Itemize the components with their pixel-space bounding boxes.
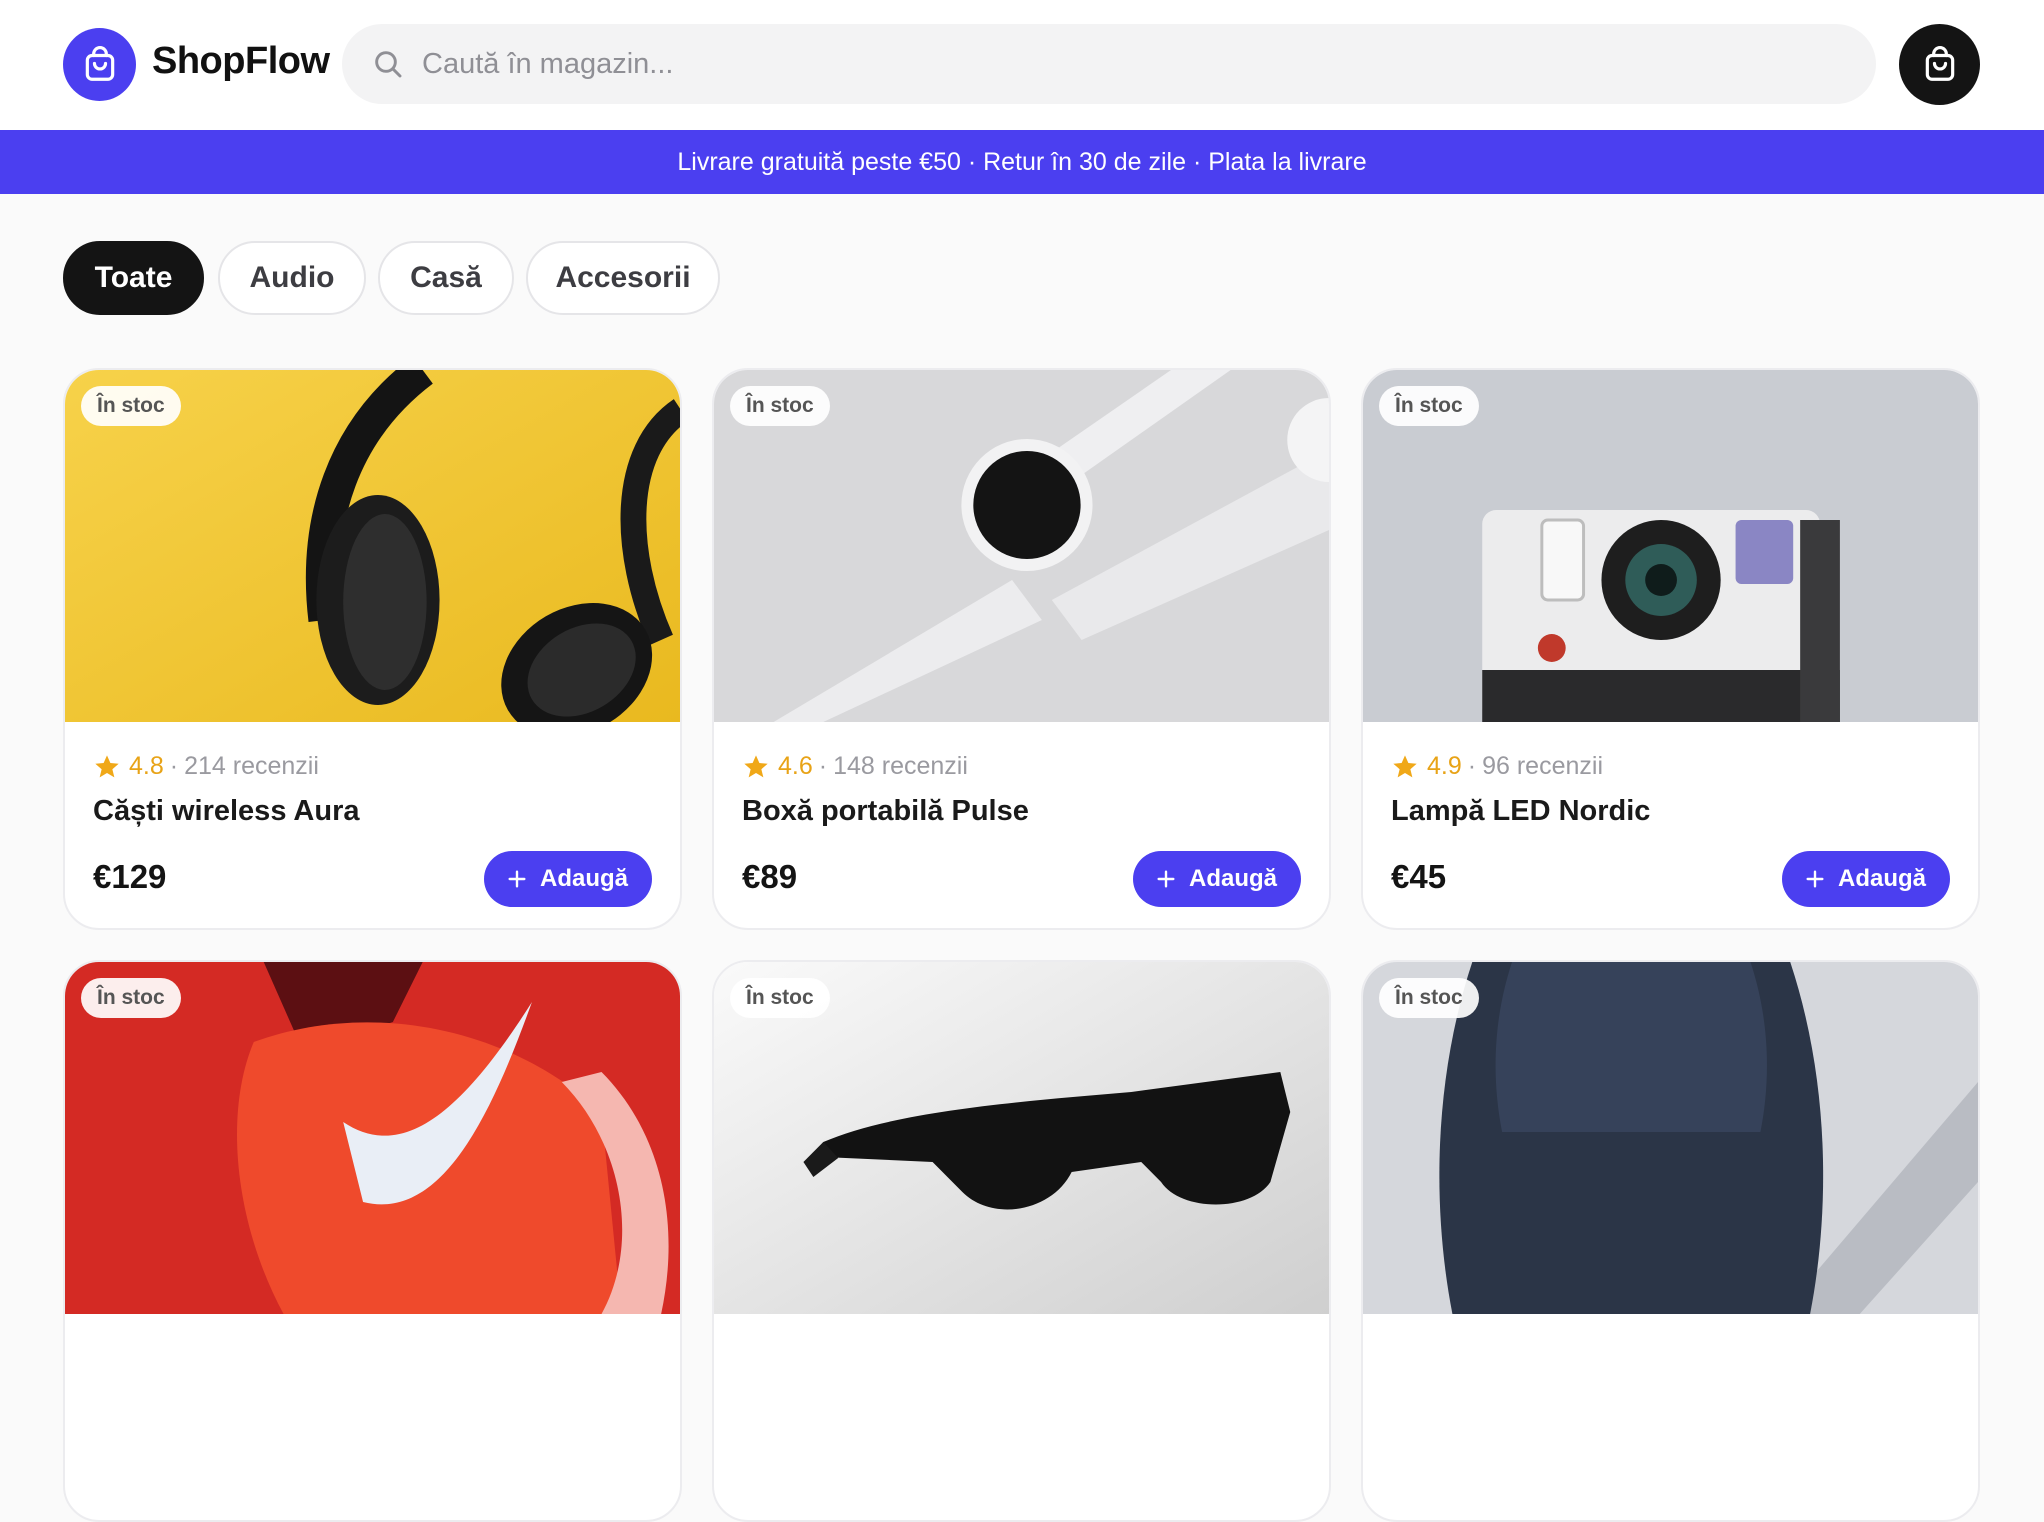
shopflow-logo[interactable] — [63, 28, 136, 101]
cart-button[interactable] — [1899, 24, 1980, 105]
filter-chip-toate[interactable]: Toate — [63, 241, 204, 315]
product-card[interactable]: În stoc 4.8 · 214 recenzii Căști wireles… — [63, 368, 682, 930]
stock-badge: În stoc — [730, 386, 830, 426]
review-count: 214 recenzii — [184, 752, 319, 780]
product-name[interactable]: Boxă portabilă Pulse — [742, 795, 1029, 828]
product-card[interactable]: În stoc — [1361, 960, 1980, 1522]
review-count: 96 recenzii — [1482, 752, 1603, 780]
shopping-bag-icon — [1925, 45, 1954, 81]
plus-icon — [508, 870, 526, 888]
search-icon — [375, 51, 402, 78]
separator-dot: · — [169, 752, 179, 780]
product-name[interactable]: Lampă LED Nordic — [1391, 795, 1650, 828]
separator-dot: · — [818, 752, 828, 780]
add-to-cart-button[interactable]: Adaugă — [483, 851, 652, 907]
product-card[interactable]: În stoc — [63, 960, 682, 1522]
search-bar[interactable] — [342, 24, 1876, 104]
product-rating: 4.9 · 96 recenzii — [1391, 752, 1603, 781]
product-rating: 4.8 · 214 recenzii — [93, 752, 319, 781]
stock-badge: În stoc — [81, 386, 181, 426]
product-card[interactable]: În stoc — [712, 960, 1331, 1522]
filter-chip-casa[interactable]: Casă — [378, 241, 514, 315]
star-icon — [1393, 754, 1417, 777]
rating-value: 4.6 — [778, 752, 813, 780]
stock-badge: În stoc — [1379, 978, 1479, 1018]
stock-badge: În stoc — [1379, 386, 1479, 426]
add-to-cart-button[interactable]: Adaugă — [1781, 851, 1950, 907]
plus-icon — [1806, 870, 1824, 888]
search-input[interactable] — [422, 24, 1842, 104]
stock-badge: În stoc — [730, 978, 830, 1018]
star-icon — [744, 754, 768, 777]
filter-chip-audio[interactable]: Audio — [218, 241, 366, 315]
product-rating: 4.6 · 148 recenzii — [742, 752, 968, 781]
product-card[interactable]: În stoc 4.9 · 96 recenzii Lampă LED Nord… — [1361, 368, 1980, 930]
product-price: €45 — [1391, 858, 1447, 895]
stock-badge: În stoc — [81, 978, 181, 1018]
rating-value: 4.9 — [1427, 752, 1462, 780]
filter-chip-accesorii[interactable]: Accesorii — [526, 241, 720, 315]
product-price: €89 — [742, 858, 798, 895]
add-to-cart-label: Adaugă — [1188, 865, 1277, 892]
add-to-cart-label: Adaugă — [539, 865, 628, 892]
promo-banner-text: Livrare gratuită peste €50 · Retur în 30… — [677, 147, 1367, 176]
product-name[interactable]: Căști wireless Aura — [93, 795, 360, 828]
plus-icon — [1157, 870, 1175, 888]
top-header: ShopFlow — [0, 0, 2044, 130]
rating-value: 4.8 — [129, 752, 164, 780]
promo-banner: Livrare gratuită peste €50 · Retur în 30… — [0, 130, 2044, 194]
review-count: 148 recenzii — [833, 752, 968, 780]
shopping-bag-icon — [85, 45, 114, 81]
separator-dot: · — [1467, 752, 1477, 780]
star-icon — [95, 754, 119, 777]
brand-name[interactable]: ShopFlow — [152, 40, 330, 83]
product-price: €129 — [93, 858, 167, 895]
add-to-cart-button[interactable]: Adaugă — [1132, 851, 1301, 907]
add-to-cart-label: Adaugă — [1837, 865, 1926, 892]
product-card[interactable]: În stoc 4.6 · 148 recenzii Boxă portabil… — [712, 368, 1331, 930]
